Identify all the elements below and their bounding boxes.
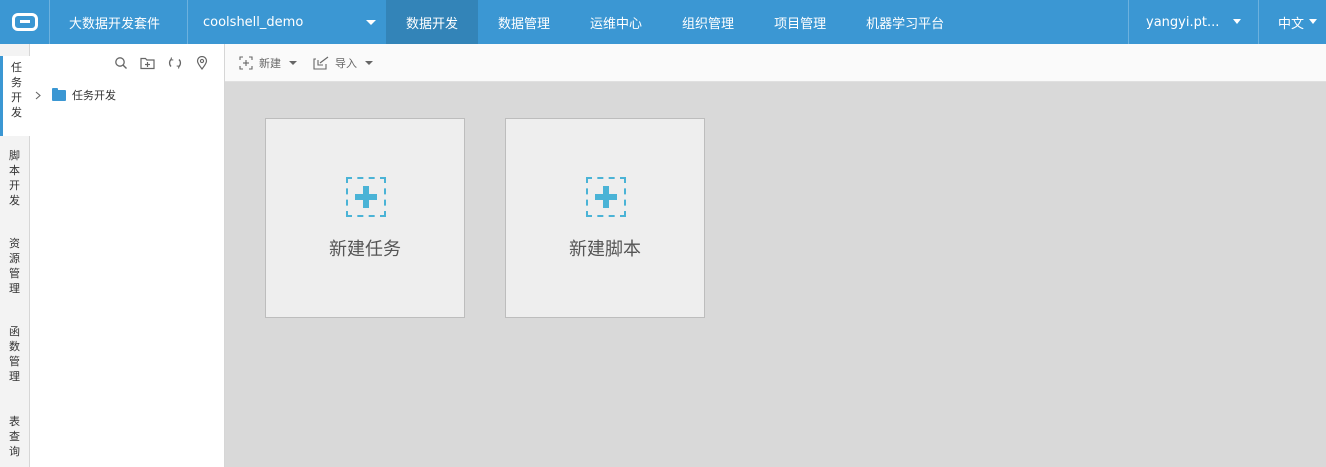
import-icon bbox=[313, 56, 329, 70]
nav-item-operations-center[interactable]: 运维中心 bbox=[570, 0, 662, 44]
tree-node-task-development[interactable]: 任务开发 bbox=[34, 87, 116, 103]
nav-item-machine-learning-platform[interactable]: 机器学习平台 bbox=[846, 0, 964, 44]
new-script-card[interactable]: 新建脚本 bbox=[505, 118, 705, 318]
suite-name[interactable]: 大数据开发套件 bbox=[49, 0, 187, 44]
import-button[interactable]: 导入 bbox=[313, 55, 373, 71]
chevron-down-icon bbox=[1233, 19, 1241, 24]
project-name: coolshell_demo bbox=[203, 14, 304, 30]
plus-icon bbox=[346, 177, 386, 217]
new-button-label: 新建 bbox=[259, 56, 281, 70]
tree-node-label: 任务开发 bbox=[72, 89, 116, 102]
chevron-down-icon bbox=[1309, 19, 1317, 24]
language-selector[interactable]: 中文 bbox=[1258, 0, 1326, 44]
search-icon[interactable] bbox=[112, 54, 129, 71]
chevron-right-icon[interactable] bbox=[34, 91, 42, 99]
plus-icon bbox=[586, 177, 626, 217]
chevron-down-icon bbox=[365, 60, 373, 65]
language-label: 中文 bbox=[1278, 16, 1305, 32]
nav-item-project-management[interactable]: 项目管理 bbox=[754, 0, 846, 44]
sidebar-tab-label: 表查询 bbox=[9, 415, 20, 458]
sidebar-tab-table-query[interactable]: 表查询 bbox=[0, 414, 29, 467]
sidebar-tab-label: 函数管理 bbox=[9, 325, 20, 383]
sidebar-tab-resource-management[interactable]: 资源管理 bbox=[0, 236, 29, 310]
new-task-card-label: 新建任务 bbox=[329, 239, 401, 260]
sidebar-tab-script-development[interactable]: 脚本开发 bbox=[0, 148, 29, 222]
project-selector[interactable]: coolshell_demo bbox=[187, 0, 386, 44]
import-button-label: 导入 bbox=[335, 56, 357, 70]
main-toolbar: 新建 导入 bbox=[225, 44, 1326, 82]
new-folder-icon[interactable] bbox=[139, 54, 156, 71]
nav-item-data-development[interactable]: 数据开发 bbox=[386, 0, 479, 44]
top-navigation-bar: 大数据开发套件 coolshell_demo 数据开发 数据管理 运维中心 组织… bbox=[0, 0, 1326, 44]
folder-icon bbox=[52, 87, 66, 101]
chevron-down-icon bbox=[366, 20, 376, 25]
user-menu[interactable]: yangyi.pt... bbox=[1128, 0, 1258, 44]
new-script-card-label: 新建脚本 bbox=[569, 239, 641, 260]
nav-item-organization-management[interactable]: 组织管理 bbox=[662, 0, 754, 44]
nav-item-data-management[interactable]: 数据管理 bbox=[478, 0, 570, 44]
user-name: yangyi.pt... bbox=[1146, 14, 1220, 30]
sidebar-tab-label: 任务开发 bbox=[11, 61, 22, 119]
refresh-icon[interactable] bbox=[166, 54, 183, 71]
workspace: 新建任务 新建脚本 bbox=[225, 82, 1326, 467]
sidebar-tab-task-development[interactable]: 任务开发 bbox=[0, 56, 30, 136]
new-task-card[interactable]: 新建任务 bbox=[265, 118, 465, 318]
locate-icon[interactable] bbox=[193, 54, 210, 71]
tree-toolbar bbox=[112, 54, 210, 71]
new-icon bbox=[239, 55, 253, 70]
chevron-down-icon bbox=[289, 60, 297, 65]
task-tree-panel: 任务开发 bbox=[30, 44, 225, 467]
sidebar-tab-label: 脚本开发 bbox=[9, 149, 20, 207]
sidebar-tab-label: 资源管理 bbox=[9, 237, 20, 295]
sidebar-tab-function-management[interactable]: 函数管理 bbox=[0, 324, 29, 398]
logo[interactable] bbox=[0, 0, 49, 44]
aliyun-logo-icon bbox=[11, 13, 38, 31]
new-button[interactable]: 新建 bbox=[239, 55, 297, 71]
sidebar-tabs: 任务开发 脚本开发 资源管理 函数管理 表查询 bbox=[0, 44, 30, 467]
